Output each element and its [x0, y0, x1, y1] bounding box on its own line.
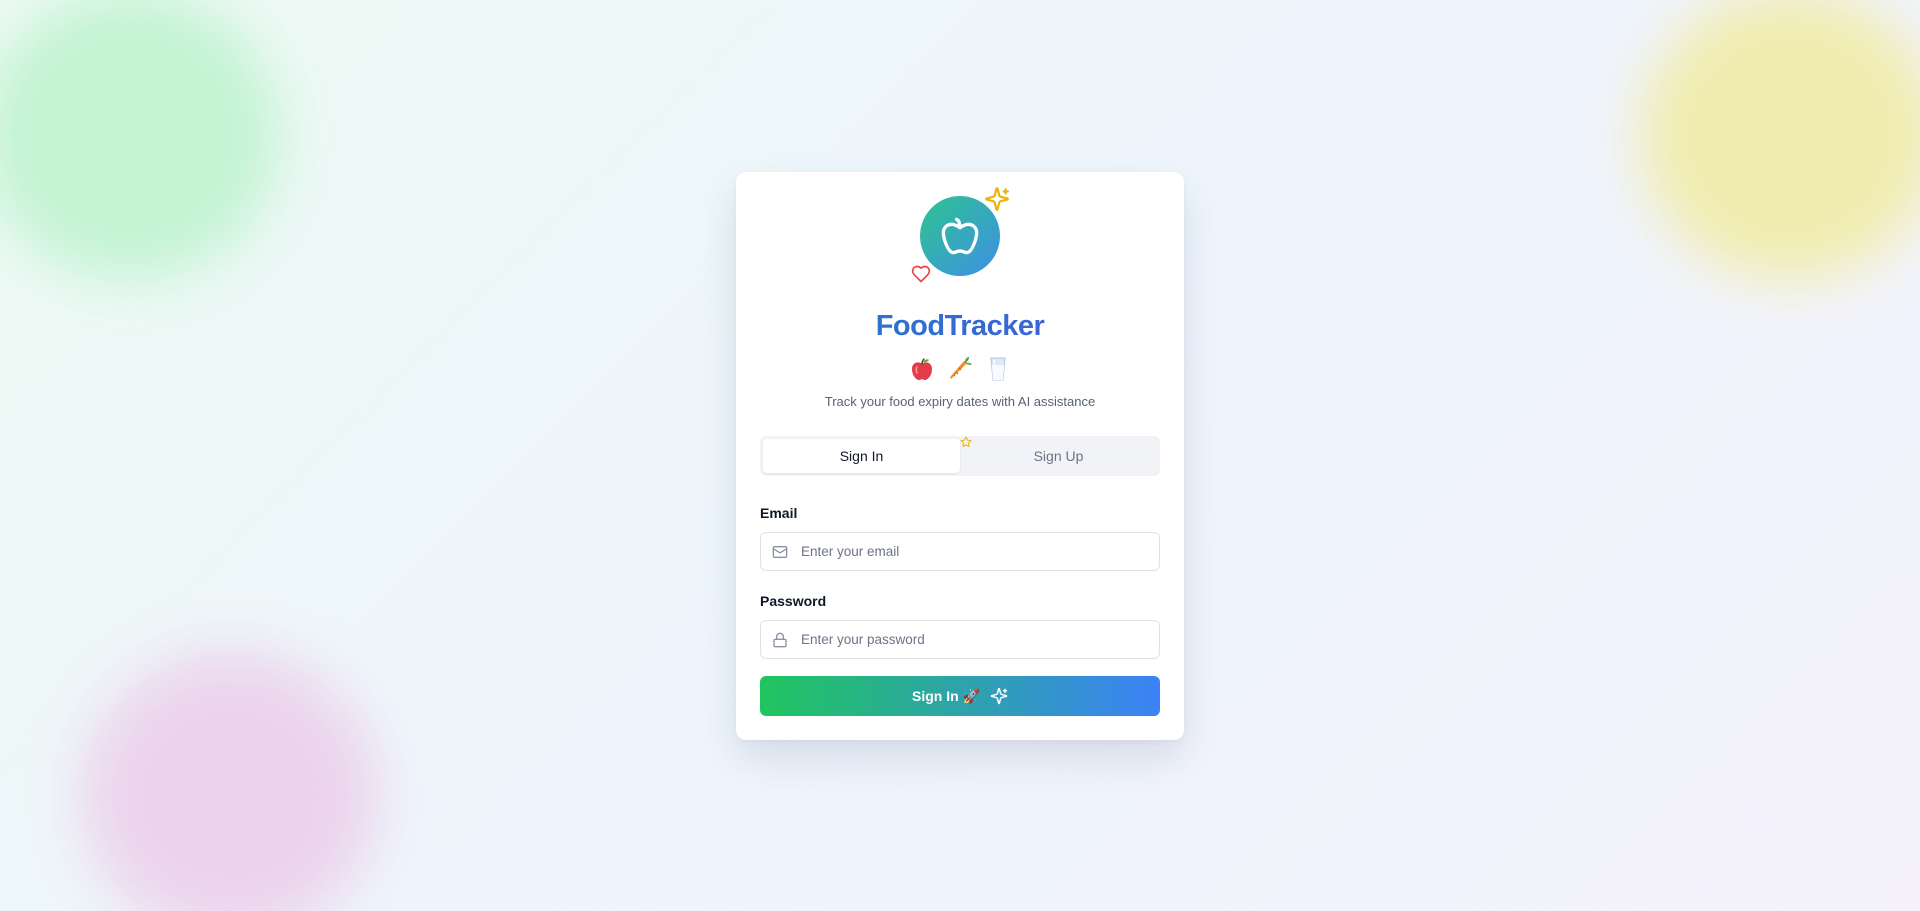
milk-glass-emoji-icon	[985, 356, 1011, 382]
password-input[interactable]	[801, 621, 1151, 658]
background-blob-green	[0, 0, 280, 280]
heart-icon	[911, 265, 931, 283]
food-emoji-row	[736, 356, 1184, 382]
sparkles-icon	[990, 687, 1008, 705]
auth-tabs: Sign In Sign Up	[760, 436, 1160, 476]
background-blob-pink	[80, 650, 380, 911]
app-subtitle: Track your food expiry dates with AI ass…	[824, 394, 1096, 409]
sign-in-button-label: Sign In 🚀	[912, 687, 980, 704]
tab-sign-up[interactable]: Sign Up	[960, 439, 1157, 473]
mail-icon	[772, 546, 788, 558]
email-input[interactable]	[801, 533, 1151, 570]
star-icon	[960, 436, 972, 448]
carrot-emoji-icon	[947, 356, 973, 382]
email-field-wrapper	[760, 532, 1160, 571]
auth-card: FoodTracker Track your food expiry dates…	[736, 172, 1184, 740]
background-blob-yellow	[1640, 0, 1920, 280]
sign-in-button[interactable]: Sign In 🚀	[760, 676, 1160, 716]
password-label: Password	[760, 593, 827, 609]
apple-emoji-icon	[909, 356, 935, 382]
lock-icon	[773, 632, 787, 648]
email-label: Email	[760, 505, 798, 521]
tab-sign-in[interactable]: Sign In	[763, 439, 960, 473]
sparkles-icon	[985, 187, 1009, 211]
app-title: FoodTracker	[736, 310, 1184, 343]
password-field-wrapper	[760, 620, 1160, 659]
apple-icon	[941, 217, 979, 255]
